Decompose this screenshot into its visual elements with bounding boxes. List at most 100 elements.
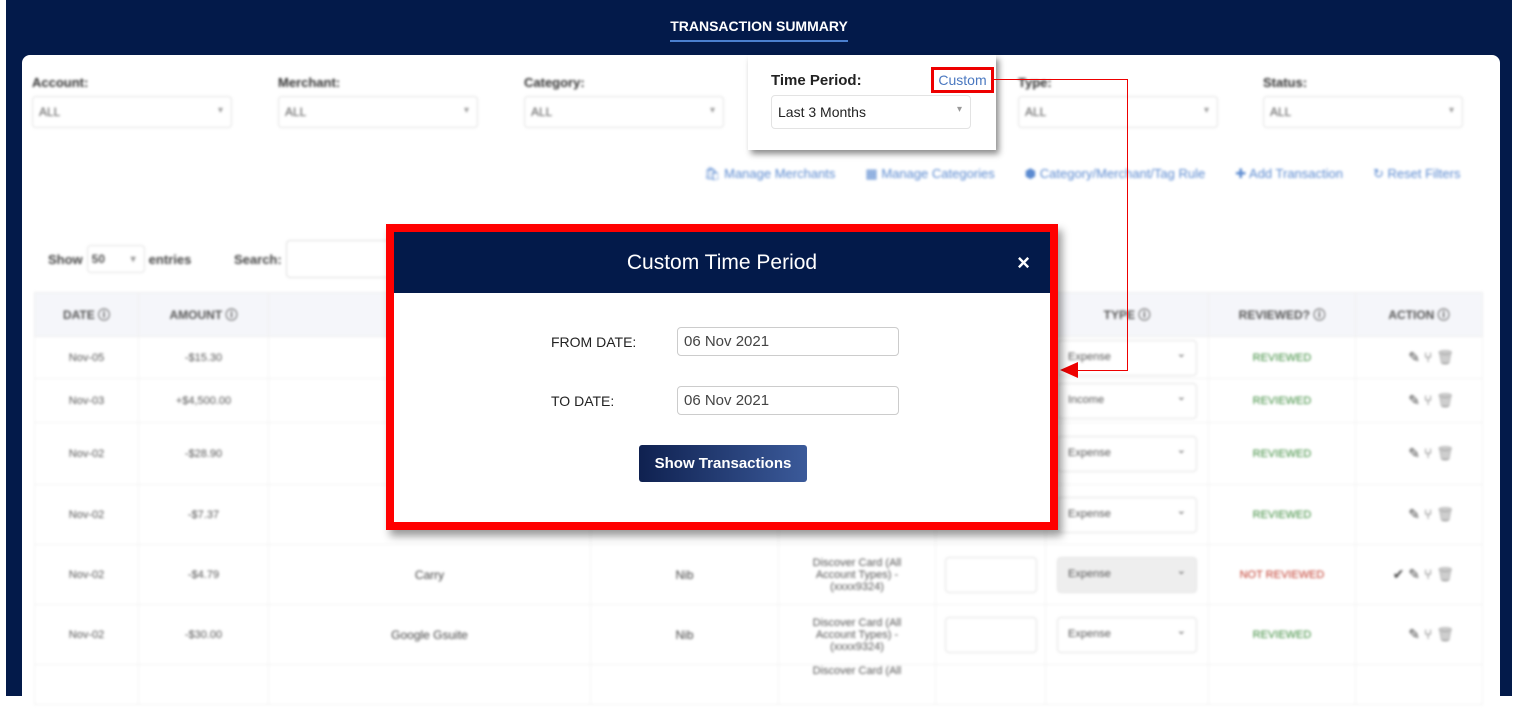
search-control: Search: bbox=[234, 240, 406, 278]
trash-icon[interactable]: 🗑 bbox=[1436, 392, 1454, 408]
header-reviewed[interactable]: REVIEWED? ⓘ bbox=[1208, 292, 1356, 337]
time-period-select[interactable]: Last 3 Months bbox=[771, 95, 971, 129]
cell-status bbox=[1208, 664, 1356, 705]
cell-merchant bbox=[268, 664, 591, 705]
cell-actions: ✎ ⑂ 🗑 bbox=[1355, 336, 1483, 379]
type-select[interactable]: Income bbox=[1057, 382, 1197, 419]
show-transactions-button[interactable]: Show Transactions bbox=[639, 445, 807, 482]
cell-type: Expense bbox=[1045, 604, 1209, 665]
to-date-input[interactable]: 06 Nov 2021 bbox=[677, 386, 899, 415]
cell-date: Nov-02 bbox=[34, 604, 139, 665]
from-date-input[interactable]: 06 Nov 2021 bbox=[677, 327, 899, 356]
cell-amount: -$30.00 bbox=[138, 604, 269, 665]
cell-actions: ✎ ⑂ 🗑 bbox=[1355, 422, 1483, 485]
cell-amount: +$4,500.00 bbox=[138, 378, 269, 423]
split-icon[interactable]: ⑂ bbox=[1424, 392, 1432, 408]
manage-categories-link[interactable]: ▦ Manage Categories bbox=[865, 166, 994, 182]
type-select[interactable]: Expense bbox=[1057, 556, 1197, 593]
filter-merchant[interactable]: Merchant: ALL bbox=[278, 75, 478, 128]
trash-icon[interactable]: 🗑 bbox=[1436, 626, 1454, 642]
cell-notes bbox=[935, 544, 1046, 605]
cell-date: Nov-02 bbox=[34, 544, 139, 605]
split-icon[interactable]: ⑂ bbox=[1424, 349, 1432, 365]
annotation-arrow-icon bbox=[1060, 362, 1078, 378]
cell-type: Expense bbox=[1045, 422, 1209, 485]
cell-notes bbox=[935, 664, 1046, 705]
cell-merchant: Carry bbox=[268, 544, 591, 605]
header-date[interactable]: DATE ⓘ bbox=[34, 292, 139, 337]
notes-input[interactable] bbox=[944, 616, 1037, 653]
cell-amount: -$7.37 bbox=[138, 484, 269, 545]
cell-category: Nib bbox=[590, 544, 779, 605]
cell-date bbox=[34, 664, 139, 705]
split-icon[interactable]: ⑂ bbox=[1424, 445, 1432, 461]
edit-icon[interactable]: ✎ bbox=[1408, 349, 1420, 365]
cell-status: REVIEWED bbox=[1208, 484, 1356, 545]
cell-category: Nib bbox=[590, 604, 779, 665]
filter-category[interactable]: Category: ALL bbox=[524, 75, 724, 128]
trash-icon[interactable]: 🗑 bbox=[1436, 506, 1454, 522]
reset-filters-link[interactable]: ↻ Reset Filters bbox=[1373, 166, 1460, 182]
close-icon[interactable]: × bbox=[1017, 232, 1030, 293]
edit-icon[interactable]: ✎ bbox=[1408, 392, 1420, 408]
header-amount[interactable]: AMOUNT ⓘ bbox=[138, 292, 269, 337]
type-select[interactable]: Expense bbox=[1057, 496, 1197, 533]
trash-icon[interactable]: 🗑 bbox=[1436, 349, 1454, 365]
type-select[interactable]: Expense bbox=[1057, 616, 1197, 653]
cell-amount: -$4.79 bbox=[138, 544, 269, 605]
cell-date: Nov-02 bbox=[34, 484, 139, 545]
check-icon[interactable]: ✔ bbox=[1393, 566, 1405, 582]
annotation-line bbox=[1127, 79, 1128, 371]
cell-actions: ✎ ⑂ 🗑 bbox=[1355, 378, 1483, 423]
notes-input[interactable] bbox=[944, 556, 1037, 593]
cell-actions bbox=[1355, 664, 1483, 705]
rule-link[interactable]: ⬢ Category/Merchant/Tag Rule bbox=[1025, 166, 1205, 182]
cell-status: REVIEWED bbox=[1208, 604, 1356, 665]
cell-account: Discover Card (All Account Types) - (xxx… bbox=[778, 604, 936, 665]
filter-status[interactable]: Status: ALL bbox=[1263, 75, 1463, 128]
app-title: TRANSACTION SUMMARY bbox=[670, 18, 848, 42]
cell-date: Nov-03 bbox=[34, 378, 139, 423]
edit-icon[interactable]: ✎ bbox=[1408, 445, 1420, 461]
cell-amount: -$15.30 bbox=[138, 336, 269, 379]
annotation-line bbox=[1075, 370, 1128, 371]
cell-amount bbox=[138, 664, 269, 705]
action-links: 🛍 Manage Merchants ▦ Manage Categories ⬢… bbox=[704, 166, 1460, 182]
type-select[interactable]: Expense bbox=[1057, 435, 1197, 472]
cell-status: NOT REVIEWED bbox=[1208, 544, 1356, 605]
edit-icon[interactable]: ✎ bbox=[1408, 626, 1420, 642]
table-row: Nov-02 -$30.00 Google Gsuite Nib Discove… bbox=[34, 604, 1483, 665]
modal-title: Custom Time Period bbox=[626, 251, 818, 274]
filter-account[interactable]: Account: ALL bbox=[32, 75, 232, 128]
cell-status: REVIEWED bbox=[1208, 336, 1356, 379]
cell-status: REVIEWED bbox=[1208, 378, 1356, 423]
split-icon[interactable]: ⑂ bbox=[1424, 566, 1432, 582]
cell-type: Expense bbox=[1045, 484, 1209, 545]
header-action[interactable]: ACTION ⓘ bbox=[1355, 292, 1483, 337]
edit-icon[interactable]: ✎ bbox=[1408, 506, 1420, 522]
cell-actions: ✎ ⑂ 🗑 bbox=[1355, 484, 1483, 545]
cell-merchant: Google Gsuite bbox=[268, 604, 591, 665]
cell-actions: ✔ ✎ ⑂ 🗑 bbox=[1355, 544, 1483, 605]
manage-merchants-link[interactable]: 🛍 Manage Merchants bbox=[704, 166, 835, 182]
cell-actions: ✎ ⑂ 🗑 bbox=[1355, 604, 1483, 665]
table-row: Nov-02 -$4.79 Carry Nib Discover Card (A… bbox=[34, 544, 1483, 605]
cell-category bbox=[590, 664, 779, 705]
to-date-label: TO DATE: bbox=[551, 392, 615, 409]
entries-control: Show50entries bbox=[48, 245, 191, 273]
trash-icon[interactable]: 🗑 bbox=[1436, 445, 1454, 461]
table-row: Discover Card (All bbox=[34, 664, 1483, 705]
cell-status: REVIEWED bbox=[1208, 422, 1356, 485]
cell-date: Nov-02 bbox=[34, 422, 139, 485]
split-icon[interactable]: ⑂ bbox=[1424, 626, 1432, 642]
trash-icon[interactable]: 🗑 bbox=[1436, 566, 1454, 582]
from-date-label: FROM DATE: bbox=[551, 333, 637, 350]
cell-type: Expense bbox=[1045, 544, 1209, 605]
filter-type[interactable]: Type: ALL bbox=[1018, 75, 1218, 128]
split-icon[interactable]: ⑂ bbox=[1424, 506, 1432, 522]
entries-select[interactable]: 50 bbox=[86, 245, 145, 273]
custom-time-link[interactable]: Custom bbox=[931, 67, 994, 93]
edit-icon[interactable]: ✎ bbox=[1408, 566, 1420, 582]
add-transaction-link[interactable]: ✚ Add Transaction bbox=[1235, 166, 1343, 182]
custom-time-period-modal: Custom Time Period × FROM DATE: 06 Nov 202… bbox=[386, 224, 1058, 530]
